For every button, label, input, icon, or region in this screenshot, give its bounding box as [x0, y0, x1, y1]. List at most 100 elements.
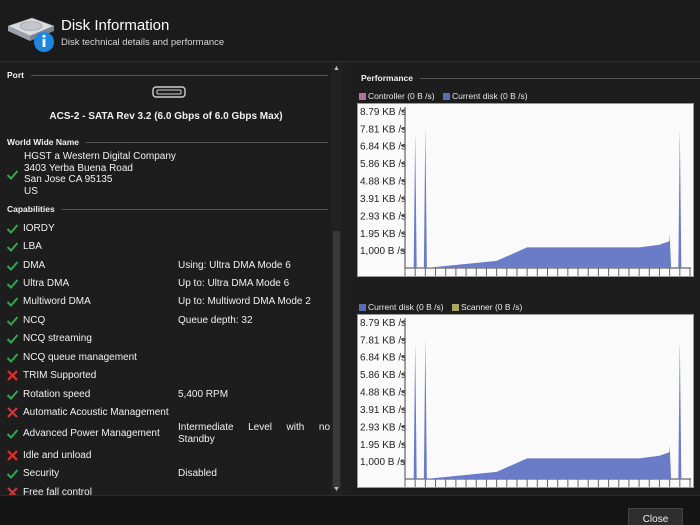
capability-value: Up to: Multiword DMA Mode 2 — [178, 296, 311, 307]
dialog-footer: Close — [0, 495, 700, 525]
divider — [31, 75, 328, 76]
chart-svg: 8.79 KB /s 7.81 KB /s 6.84 KB /s 5.86 KB /s… — [360, 107, 691, 276]
legend-item: Controller (0 B /s) — [359, 91, 435, 101]
capability-row: NCQ queue management — [0, 349, 332, 367]
wwn-line: San Jose CA 95135 — [24, 174, 113, 185]
check-icon — [6, 261, 19, 271]
capability-value: Intermediate Level with no Standby — [178, 422, 330, 445]
capability-row: TRIM Supported — [0, 367, 332, 385]
details-scrollbar[interactable]: ▲ ▼ — [331, 63, 342, 495]
capability-label: IORDY — [23, 223, 55, 234]
capability-value: 5,400 RPM — [178, 389, 229, 400]
y-tick-label: 4.88 KB /s — [360, 388, 406, 399]
y-tick-label: 8.79 KB /s — [360, 318, 406, 329]
sata-port-icon — [152, 86, 186, 98]
y-tick-label: 2.93 KB /s — [360, 423, 406, 434]
capability-label: Advanced Power Management — [23, 428, 160, 439]
dialog-subtitle: Disk technical details and performance — [61, 37, 225, 48]
scroll-up-icon[interactable]: ▲ — [333, 65, 340, 72]
check-icon — [6, 279, 19, 289]
divider — [62, 209, 328, 210]
check-icon — [6, 334, 19, 344]
legend-label: Controller (0 B /s) — [368, 91, 435, 101]
activity-spike — [678, 128, 682, 268]
check-icon — [6, 170, 19, 180]
capability-row: NCQ streaming — [0, 330, 332, 348]
dialog-header: Disk Information Disk technical details … — [0, 0, 700, 62]
capability-row: Advanced Power Management Intermediate Le… — [0, 422, 332, 445]
capability-row: Idle and unload — [0, 447, 332, 465]
chart-legend: Current disk (0 B /s) Scanner (0 B /s) — [359, 302, 528, 312]
capability-row: Rotation speed 5,400 RPM — [0, 386, 332, 404]
divider — [420, 78, 700, 79]
activity-spike — [413, 132, 417, 268]
capability-row: Free fall control — [0, 484, 332, 495]
check-icon — [6, 242, 19, 252]
legend-swatch — [442, 93, 450, 100]
check-icon — [6, 316, 19, 326]
legend-swatch — [359, 304, 366, 311]
capability-value: Up to: Ultra DMA Mode 6 — [178, 278, 290, 289]
disk-info-icon — [7, 17, 55, 52]
legend-swatch — [451, 304, 459, 311]
check-icon — [6, 390, 19, 400]
y-tick-label: 2.93 KB /s — [360, 212, 406, 223]
y-tick-label: 4.88 KB /s — [360, 177, 406, 188]
capability-row: Ultra DMA Up to: Ultra DMA Mode 6 — [0, 275, 332, 293]
capability-value: Queue depth: 32 — [178, 315, 253, 326]
capability-label: Free fall control — [23, 487, 92, 495]
y-tick-label: 5.86 KB /s — [360, 159, 406, 170]
check-icon — [6, 429, 19, 439]
scroll-down-icon[interactable]: ▼ — [333, 486, 340, 493]
capability-row: DMA Using: Ultra DMA Mode 6 — [0, 257, 332, 275]
legend-swatch — [359, 93, 366, 100]
check-icon — [6, 469, 19, 479]
cross-icon — [7, 370, 18, 381]
capability-label: Security — [23, 468, 60, 479]
chart-legend: Controller (0 B /s) Current disk (0 B /s… — [359, 91, 534, 101]
y-tick-label: 5.86 KB /s — [360, 370, 406, 381]
capability-row: Multiword DMA Up to: Multiword DMA Mode 2 — [0, 293, 332, 311]
capability-row: Security Disabled — [0, 465, 332, 483]
chart-svg: 8.79 KB /s 7.81 KB /s 6.84 KB /s 5.86 KB /s… — [360, 318, 691, 487]
capability-label: Idle and unload — [23, 450, 92, 461]
capability-label: Multiword DMA — [23, 296, 91, 307]
disk-activity-area — [425, 241, 670, 268]
capability-label: LBA — [23, 241, 42, 252]
check-icon — [6, 224, 19, 234]
y-tick-label: 3.91 KB /s — [360, 405, 406, 416]
details-panel[interactable]: Port ACS-2 - SATA Rev 3.2 (6.0 Gbps of 6… — [0, 63, 342, 495]
capability-value: Disabled — [178, 468, 217, 479]
capability-label: TRIM Supported — [23, 370, 97, 381]
performance-chart-bottom: 8.79 KB /s 7.81 KB /s 6.84 KB /s 5.86 KB /s… — [357, 314, 694, 488]
legend-item: Current disk (0 B /s) — [359, 302, 444, 312]
scroll-thumb[interactable] — [333, 231, 340, 489]
y-tick-label: 6.84 KB /s — [360, 142, 406, 153]
legend-item: Scanner (0 B /s) — [451, 302, 522, 312]
port-heading: Port — [7, 70, 24, 80]
capability-row: LBA — [0, 238, 332, 256]
capability-label: Automatic Acoustic Management — [23, 407, 169, 418]
legend-item: Current disk (0 B /s) — [442, 91, 528, 101]
activity-spike — [423, 126, 427, 268]
legend-label: Current disk (0 B /s) — [451, 91, 528, 101]
y-tick-label: 7.81 KB /s — [360, 124, 406, 135]
capability-row: Automatic Acoustic Management — [0, 404, 332, 422]
capability-label: NCQ queue management — [23, 352, 137, 363]
divider — [86, 142, 328, 143]
dialog-title: Disk Information — [61, 17, 170, 34]
capability-label: Ultra DMA — [23, 278, 70, 289]
capability-label: NCQ streaming — [23, 333, 92, 344]
wwn-line: 3403 Yerba Buena Road — [24, 162, 133, 174]
close-button[interactable]: Close — [628, 508, 683, 525]
port-description: ACS-2 - SATA Rev 3.2 (6.0 Gbps of 6.0 Gb… — [49, 111, 283, 122]
y-tick-label: 1,000 B /s — [360, 457, 405, 468]
wwn-line: US — [24, 185, 38, 197]
capability-value: Using: Ultra DMA Mode 6 — [178, 260, 291, 271]
performance-chart-top: 8.79 KB /s 7.81 KB /s 6.84 KB /s 5.86 KB /s… — [357, 103, 694, 277]
wwn-address: HGST a Western Digital Company 3403 Yerb… — [24, 151, 176, 197]
cross-icon — [7, 407, 18, 418]
capability-label: DMA — [23, 260, 46, 271]
capability-row: NCQ Queue depth: 32 — [0, 312, 332, 330]
capability-label: Rotation speed — [23, 389, 91, 400]
